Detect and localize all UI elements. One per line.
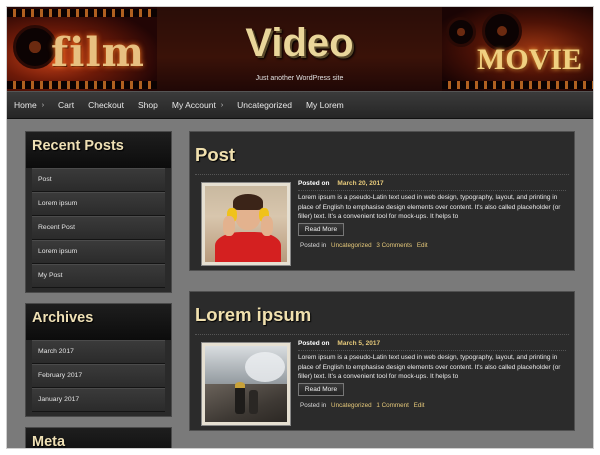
site-tagline: Just another WordPress site bbox=[255, 75, 344, 82]
nav-item-my-account[interactable]: My Account › bbox=[172, 100, 223, 110]
posted-on-label: Posted on bbox=[298, 180, 330, 187]
nav-item-cart[interactable]: Cart bbox=[58, 100, 74, 110]
nav-item-label: Checkout bbox=[88, 100, 125, 110]
nav-item-shop[interactable]: Shop bbox=[138, 100, 158, 110]
main-nav: Home › Cart Checkout Shop My Account › Unc… bbox=[7, 91, 593, 119]
post-footer: Posted in Uncategorized 3 Comments Edit bbox=[300, 242, 428, 249]
edit-link[interactable]: Edit bbox=[414, 402, 425, 409]
firefighter-shape bbox=[249, 390, 258, 414]
comments-link[interactable]: 3 Comments bbox=[376, 242, 412, 249]
filmstrip-icon bbox=[7, 9, 157, 17]
helmet-shape bbox=[235, 382, 245, 388]
recent-post-link[interactable]: Recent Post bbox=[32, 216, 165, 240]
recent-posts-widget: Recent Posts Post Lorem ipsum Recent Pos… bbox=[25, 131, 172, 293]
nav-item-label: Cart bbox=[58, 100, 75, 110]
post-footer: Posted in Uncategorized 1 Comment Edit bbox=[300, 402, 425, 409]
post-date[interactable]: March 5, 2017 bbox=[337, 340, 380, 347]
post-meta: Posted on March 20, 2017 bbox=[298, 180, 384, 187]
read-more-button[interactable]: Read More bbox=[298, 383, 344, 396]
hand-shape bbox=[223, 216, 235, 236]
post-image bbox=[205, 346, 287, 422]
hand-shape bbox=[261, 216, 273, 236]
movie-logo: MOVIE bbox=[477, 43, 582, 76]
widget-title: Meta bbox=[26, 428, 171, 448]
nav-item-label: Home bbox=[14, 100, 37, 110]
nav-item-label: My Account bbox=[171, 100, 216, 110]
chevron-right-icon: › bbox=[41, 101, 45, 109]
widget-title: Recent Posts bbox=[26, 132, 171, 168]
site-title[interactable]: Video bbox=[157, 21, 442, 66]
post-thumbnail[interactable] bbox=[201, 182, 291, 266]
post-thumbnail[interactable] bbox=[201, 342, 291, 426]
nav-item-label: My Lorem bbox=[305, 100, 344, 110]
filmstrip-icon bbox=[7, 81, 157, 89]
film-logo[interactable]: film bbox=[51, 29, 145, 76]
archive-link[interactable]: March 2017 bbox=[32, 340, 165, 364]
post-image bbox=[205, 186, 287, 262]
post-article: Post Posted on March 20, 2017 Lorem ipsum… bbox=[189, 131, 575, 271]
posted-on-label: Posted on bbox=[298, 340, 330, 347]
debris-shape bbox=[205, 384, 287, 422]
smoke-shape bbox=[245, 352, 285, 382]
category-link[interactable]: Uncategorized bbox=[331, 402, 372, 409]
comments-link[interactable]: 1 Comment bbox=[376, 402, 409, 409]
post-article: Lorem ipsum Posted on March 5, 2017 Lorem… bbox=[189, 291, 575, 431]
firefighter-shape bbox=[235, 386, 245, 414]
posted-in-label: Posted in bbox=[300, 242, 327, 249]
nav-item-label: Uncategorized bbox=[237, 100, 292, 110]
archives-list: March 2017 February 2017 January 2017 bbox=[26, 340, 171, 416]
archive-link[interactable]: February 2017 bbox=[32, 364, 165, 388]
hair-shape bbox=[233, 194, 263, 210]
page-frame: film Video Just another WordPress site M… bbox=[6, 6, 594, 449]
jacket-shape bbox=[215, 232, 281, 262]
post-date[interactable]: March 20, 2017 bbox=[337, 180, 383, 187]
post-excerpt: Lorem ipsum is a pseudo-Latin text used … bbox=[298, 350, 566, 382]
post-title[interactable]: Lorem ipsum bbox=[195, 304, 311, 326]
filmstrip-icon bbox=[442, 81, 593, 89]
film-reel-icon bbox=[446, 17, 476, 47]
site-header: film Video Just another WordPress site M… bbox=[7, 7, 593, 91]
divider bbox=[195, 334, 569, 335]
read-more-button[interactable]: Read More bbox=[298, 223, 344, 236]
recent-posts-list: Post Lorem ipsum Recent Post Lorem ipsum… bbox=[26, 168, 171, 292]
recent-post-link[interactable]: My Post bbox=[32, 264, 165, 288]
archive-link[interactable]: January 2017 bbox=[32, 388, 165, 412]
widget-title: Archives bbox=[26, 304, 171, 340]
posted-in-label: Posted in bbox=[300, 402, 327, 409]
post-meta: Posted on March 5, 2017 bbox=[298, 340, 380, 347]
category-link[interactable]: Uncategorized bbox=[331, 242, 372, 249]
nav-item-checkout[interactable]: Checkout bbox=[88, 100, 124, 110]
nav-item-home[interactable]: Home › bbox=[14, 100, 44, 110]
recent-post-link[interactable]: Lorem ipsum bbox=[32, 192, 165, 216]
divider bbox=[195, 174, 569, 175]
post-title[interactable]: Post bbox=[195, 144, 235, 166]
post-excerpt: Lorem ipsum is a pseudo-Latin text used … bbox=[298, 190, 566, 222]
nav-item-my-lorem[interactable]: My Lorem bbox=[306, 100, 344, 110]
recent-post-link[interactable]: Post bbox=[32, 168, 165, 192]
meta-widget: Meta bbox=[25, 427, 172, 448]
nav-item-label: Shop bbox=[138, 100, 158, 110]
chevron-right-icon: › bbox=[220, 101, 224, 109]
recent-post-link[interactable]: Lorem ipsum bbox=[32, 240, 165, 264]
edit-link[interactable]: Edit bbox=[417, 242, 428, 249]
nav-item-uncategorized[interactable]: Uncategorized bbox=[237, 100, 292, 110]
archives-widget: Archives March 2017 February 2017 Januar… bbox=[25, 303, 172, 417]
